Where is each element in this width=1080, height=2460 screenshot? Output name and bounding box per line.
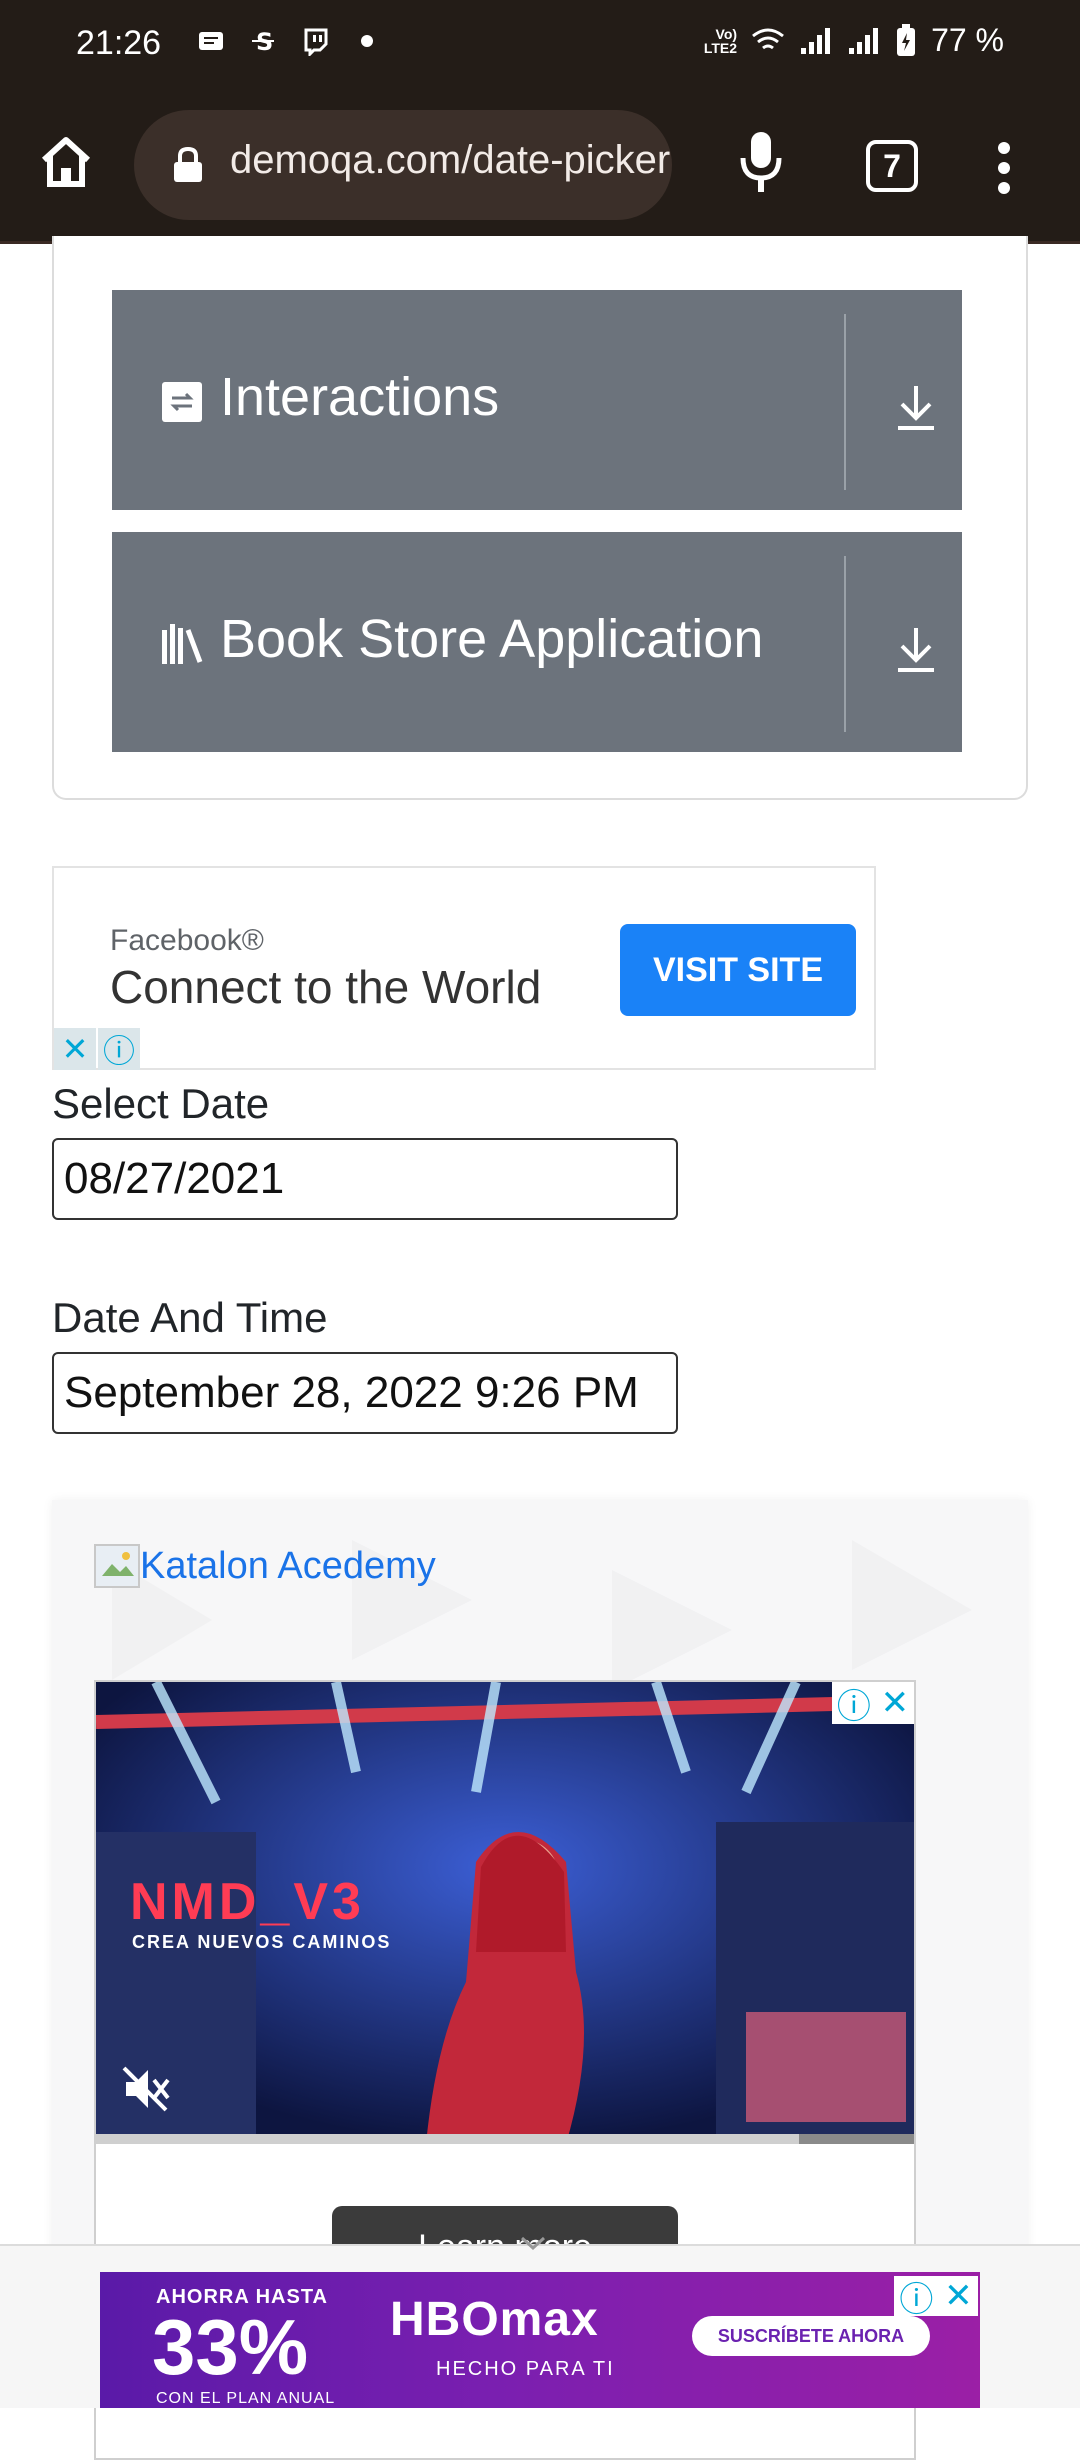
message-icon: [199, 32, 223, 50]
group-book-store[interactable]: Book Store Application: [112, 532, 962, 752]
select-date-input[interactable]: 08/27/2021: [52, 1138, 678, 1220]
hbo-ad-tagline: HECHO PARA TI: [436, 2358, 615, 2380]
dot-icon: [361, 35, 373, 47]
visit-site-button[interactable]: VISIT SITE: [620, 924, 856, 1016]
ad-info-icon[interactable]: ⓘ: [837, 1679, 871, 1728]
notification-icons: S: [196, 26, 382, 56]
ad-info-icon[interactable]: ⓘ: [899, 2272, 933, 2321]
ad-info-icon[interactable]: ⓘ: [98, 1028, 140, 1070]
hbo-max-ad[interactable]: AHORRA HASTA 33% CON EL PLAN ANUAL HBOma…: [100, 2272, 980, 2408]
mute-icon[interactable]: [120, 2064, 174, 2114]
date-time-label: Date And Time: [52, 1294, 328, 1341]
katalon-link[interactable]: Katalon Acedemy: [94, 1544, 436, 1588]
katalon-link-text[interactable]: Katalon Acedemy: [140, 1545, 436, 1588]
strike-s-icon: S: [252, 28, 274, 56]
divider: [844, 314, 846, 490]
hbo-ad-plan-text: CON EL PLAN ANUAL: [156, 2390, 336, 2407]
chevron-down-icon[interactable]: [518, 2234, 548, 2254]
interactions-icon: [162, 382, 202, 422]
system-icons: Vo) LTE2 77 %: [704, 22, 1004, 59]
video-progress-fill: [96, 2134, 800, 2144]
url-text: demoqa.com/date-picker: [230, 138, 671, 182]
download-arrow-icon[interactable]: [894, 382, 938, 434]
status-time: 21:26: [76, 24, 162, 62]
browser-toolbar: demoqa.com/date-picker 7: [0, 88, 1080, 244]
battery-icon: [897, 23, 916, 56]
close-ad-icon[interactable]: ✕: [54, 1028, 96, 1070]
hbo-ad-percent: 33%: [152, 2303, 309, 2391]
twitch-icon: [304, 28, 328, 56]
tab-switcher-button[interactable]: 7: [866, 140, 918, 192]
ad-brand: Facebook®: [110, 924, 264, 957]
group-label: Book Store Application: [220, 609, 764, 669]
video-progress-bar[interactable]: [96, 2134, 914, 2144]
group-label: Interactions: [220, 367, 500, 427]
wifi-icon: [752, 28, 784, 49]
facebook-ad[interactable]: Facebook® Connect to the World VISIT SIT…: [52, 866, 876, 1070]
address-bar[interactable]: demoqa.com/date-picker: [134, 110, 672, 220]
divider: [844, 556, 846, 732]
download-arrow-icon[interactable]: [894, 624, 938, 676]
hbo-subscribe-button[interactable]: SUSCRÍBETE AHORA: [692, 2316, 930, 2356]
video-ad-choices[interactable]: ⓘ ✕: [832, 1682, 914, 1726]
close-ad-icon[interactable]: ✕: [881, 1683, 910, 1723]
ad-headline: Connect to the World: [110, 961, 542, 1013]
video-ad-subtitle: CREA NUEVOS CAMINOS: [132, 1932, 392, 1952]
select-date-label: Select Date: [52, 1080, 270, 1127]
home-icon[interactable]: [36, 132, 96, 192]
volte-icon: Vo) LTE2: [703, 25, 738, 56]
group-interactions[interactable]: Interactions: [112, 290, 962, 510]
battery-level: 77 %: [931, 22, 1004, 58]
hbo-ad-choices[interactable]: ⓘ ✕: [894, 2276, 978, 2319]
hbo-max-logo: HBOmax: [390, 2293, 599, 2346]
lock-icon: [174, 146, 202, 182]
more-menu-icon[interactable]: [994, 138, 1014, 198]
video-ad-title: NMD_V3: [130, 1873, 365, 1931]
close-ad-icon[interactable]: ✕: [944, 2276, 973, 2316]
book-store-icon: [162, 624, 203, 664]
signal-icon: [801, 27, 831, 54]
date-time-input[interactable]: September 28, 2022 9:26 PM: [52, 1352, 678, 1434]
signal-icon-2: [849, 27, 879, 54]
video-ad[interactable]: NMD_V3 CREA NUEVOS CAMINOS: [96, 1682, 914, 2144]
microphone-icon[interactable]: [736, 128, 786, 198]
broken-image-icon: [94, 1544, 140, 1588]
status-bar: 21:26 S Vo) LTE2 77 %: [0, 0, 1080, 88]
